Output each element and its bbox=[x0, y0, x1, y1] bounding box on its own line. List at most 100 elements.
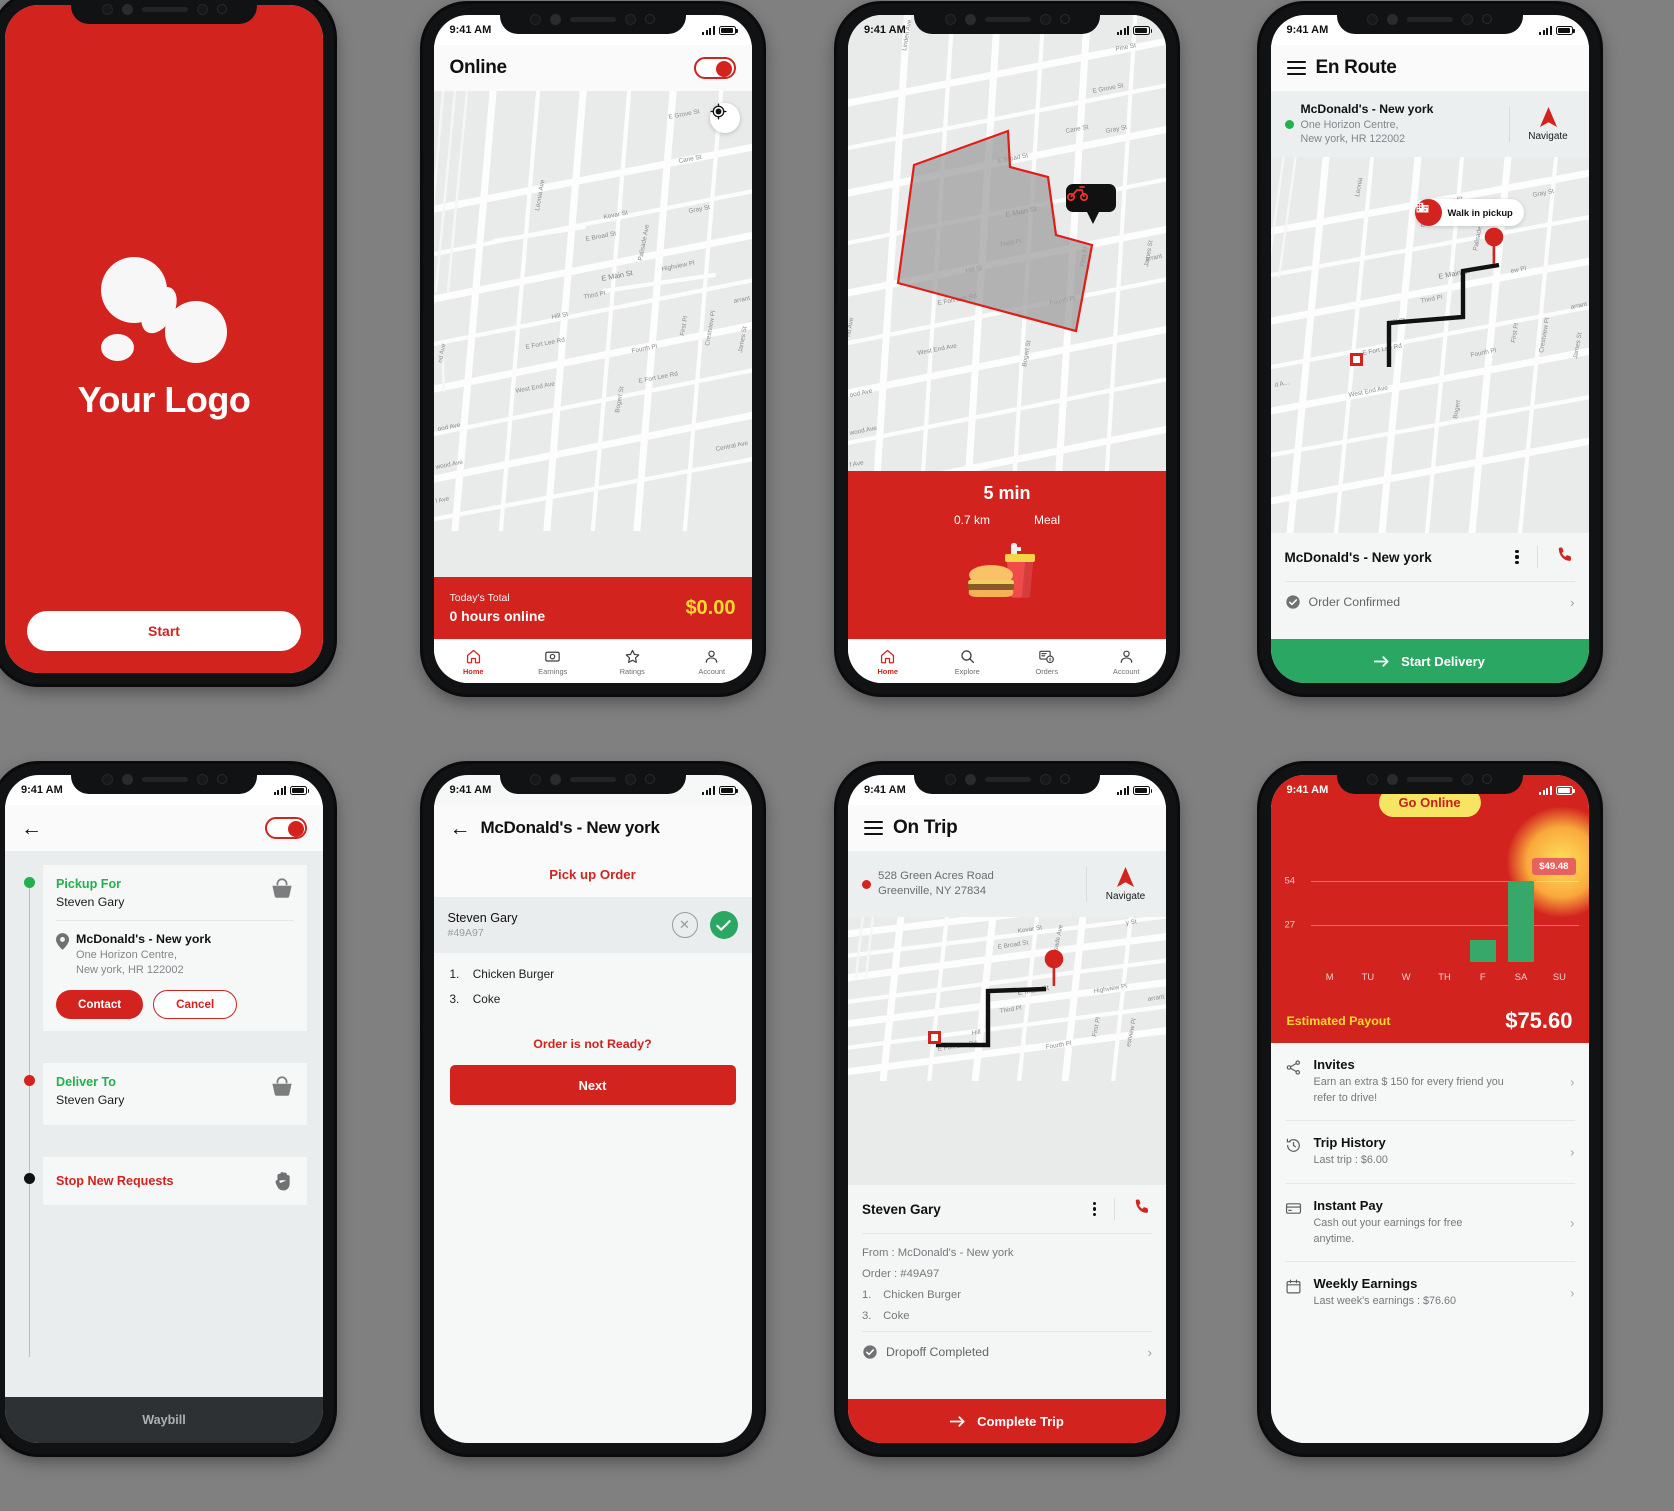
menu-icon[interactable] bbox=[1286, 61, 1306, 75]
nav-item-ratings[interactable]: Ratings bbox=[593, 648, 673, 676]
online-toggle[interactable] bbox=[265, 817, 307, 839]
ytick-27: 27 bbox=[1284, 919, 1296, 931]
complete-trip-button[interactable]: Complete Trip bbox=[848, 1399, 1166, 1443]
accept-order-button[interactable] bbox=[709, 911, 738, 939]
svg-text:nd Ave: nd Ave bbox=[848, 317, 855, 338]
nav-item-account[interactable]: Account bbox=[1087, 648, 1167, 676]
contact-button[interactable]: Contact bbox=[56, 989, 144, 1019]
battery-icon bbox=[1555, 25, 1575, 35]
menu-subtitle: Cash out your earnings for free anytime. bbox=[1313, 1216, 1463, 1245]
basket-icon bbox=[272, 1076, 292, 1096]
status-time: 9:41 AM bbox=[1286, 24, 1329, 36]
trip-details-list: From : McDonald's - New york Order : #49… bbox=[848, 1234, 1166, 1322]
svg-text:West End Ave: West End Ave bbox=[917, 342, 958, 357]
timeline-dot-stop bbox=[24, 1173, 35, 1184]
dropoff-dot-icon bbox=[862, 879, 871, 889]
xtick-M: M bbox=[1325, 971, 1334, 982]
logo-text: Your Logo bbox=[77, 379, 251, 420]
svg-text:$: $ bbox=[1049, 657, 1052, 662]
menu-item-invites[interactable]: Invites Earn an extra $ 150 for every fr… bbox=[1271, 1043, 1589, 1120]
call-button[interactable] bbox=[1556, 545, 1575, 569]
map-en-route[interactable]: Leonia Kovar St Gray St E Broad St Palis… bbox=[1270, 157, 1589, 533]
navigate-button[interactable]: Navigate bbox=[1508, 106, 1575, 142]
waybill-body: Pickup For Steven Gary McDonald's - New … bbox=[5, 851, 323, 1397]
offer-distance: 0.7 km bbox=[953, 513, 990, 527]
check-circle-icon bbox=[1285, 595, 1300, 609]
card-icon bbox=[1285, 1203, 1301, 1214]
nav-label-account: Account bbox=[698, 666, 726, 676]
svg-text:wood Ave: wood Ave bbox=[848, 425, 878, 437]
locate-me-button[interactable] bbox=[709, 103, 740, 133]
more-options-icon[interactable] bbox=[1092, 1201, 1096, 1217]
svg-text:arrant: arrant bbox=[733, 295, 751, 305]
start-delivery-button[interactable]: Start Delivery bbox=[1270, 639, 1589, 683]
menu-icon[interactable] bbox=[864, 821, 883, 835]
order-not-ready-link[interactable]: Order is not Ready? bbox=[434, 1037, 752, 1051]
battery-icon bbox=[290, 785, 310, 795]
chevron-right-icon: › bbox=[1570, 1215, 1575, 1231]
app-bar-online: Online bbox=[433, 45, 752, 91]
screen-on-trip: 9:41 AM On Trip 528 Green Acres Road Gre… bbox=[848, 775, 1166, 1443]
nav-item-home[interactable]: Home bbox=[848, 648, 928, 676]
nav-label-ratings: Ratings bbox=[619, 666, 645, 676]
divider bbox=[1114, 1198, 1115, 1220]
svg-text:Leonia Ave: Leonia Ave bbox=[534, 179, 546, 212]
dropoff-status-row[interactable]: Dropoff Completed › bbox=[848, 1332, 1166, 1372]
menu-item-weekly-earnings[interactable]: Weekly Earnings Last week's earnings : $… bbox=[1271, 1262, 1589, 1324]
meal-illustration-icon bbox=[961, 537, 1053, 599]
xtick-F: F bbox=[1479, 971, 1486, 982]
back-button[interactable]: ← bbox=[21, 818, 42, 839]
waybill-footer[interactable]: Waybill bbox=[5, 1397, 323, 1443]
walk-in-pickup-label: Walk in pickup bbox=[1447, 207, 1513, 218]
call-button[interactable] bbox=[1133, 1197, 1152, 1221]
cancel-button[interactable]: Cancel bbox=[153, 989, 238, 1019]
navigate-button[interactable]: Navigate bbox=[1086, 866, 1152, 902]
pickup-title: Pickup For bbox=[56, 877, 122, 891]
map-on-trip[interactable]: Kovar St y St E Broad St alisade Ave E M… bbox=[848, 917, 1166, 1185]
page-title: On Trip bbox=[893, 817, 958, 838]
navigate-label: Navigate bbox=[1105, 890, 1146, 902]
history-icon bbox=[1286, 1138, 1300, 1153]
svg-text:Gray St: Gray St bbox=[1105, 124, 1128, 135]
svg-text:First Pl: First Pl bbox=[1510, 323, 1520, 344]
status-indicators bbox=[702, 25, 738, 35]
online-toggle[interactable] bbox=[693, 57, 736, 79]
walk-in-pickup-pill[interactable]: Walk in pickup bbox=[1414, 199, 1524, 226]
page-title: McDonald's - New york bbox=[480, 818, 660, 837]
dropoff-bar: 528 Green Acres Road Greenville, NY 2783… bbox=[848, 851, 1166, 917]
order-status-row[interactable]: Order Confirmed › bbox=[1271, 582, 1589, 622]
menu-subtitle: Last trip : $6.00 bbox=[1313, 1154, 1388, 1167]
dropoff-address-1: 528 Green Acres Road bbox=[878, 869, 994, 882]
arrow-right-icon bbox=[950, 1415, 965, 1427]
xtick-SA: SA bbox=[1514, 971, 1528, 982]
destination-address-1: One Horizon Centre, bbox=[1300, 118, 1399, 131]
phone-frame-waybill: 9:41 AM ← Pickup For Steven Gary McDonal… bbox=[0, 764, 334, 1454]
nav-item-orders[interactable]: $ Orders bbox=[1007, 648, 1087, 676]
nav-item-explore[interactable]: Explore bbox=[928, 648, 1008, 676]
stop-requests-card[interactable]: Stop New Requests bbox=[43, 1157, 307, 1205]
phone-frame-en-route: 9:41 AM En Route McDonald's - New york O… bbox=[1259, 4, 1600, 694]
nav-item-account[interactable]: Account bbox=[672, 648, 752, 676]
cell-on-trip: 9:41 AM On Trip 528 Green Acres Road Gre… bbox=[837, 750, 1256, 1511]
pickup-card[interactable]: Pickup For Steven Gary McDonald's - New … bbox=[43, 865, 307, 1031]
deliver-card[interactable]: Deliver To Steven Gary bbox=[43, 1063, 307, 1125]
signal-icon bbox=[702, 25, 715, 35]
battery-icon bbox=[718, 785, 738, 795]
navigate-arrow-icon bbox=[1116, 866, 1135, 887]
screen-splash: Your Logo Start bbox=[5, 5, 323, 673]
map-online[interactable]: E Grove St Cane St Leonia Ave Kovar St G… bbox=[433, 91, 752, 577]
nav-item-home[interactable]: Home bbox=[434, 648, 514, 676]
signal-icon bbox=[1116, 25, 1129, 35]
more-options-icon[interactable] bbox=[1515, 549, 1519, 565]
start-button[interactable]: Start bbox=[27, 611, 301, 651]
reject-order-button[interactable]: ✕ bbox=[671, 912, 698, 938]
menu-item-trip-history[interactable]: Trip History Last trip : $6.00 › bbox=[1271, 1121, 1589, 1183]
svg-text:Leonia: Leonia bbox=[1354, 177, 1364, 198]
next-button[interactable]: Next bbox=[449, 1065, 736, 1105]
menu-item-instant-pay[interactable]: Instant Pay Cash out your earnings for f… bbox=[1271, 1184, 1589, 1261]
bar-TH bbox=[1425, 857, 1463, 962]
pickup-address-1: One Horizon Centre, bbox=[76, 949, 177, 961]
pickup-dot-icon bbox=[1284, 119, 1294, 129]
back-button[interactable]: ← bbox=[450, 818, 471, 839]
nav-item-earnings[interactable]: Earnings bbox=[513, 648, 593, 676]
